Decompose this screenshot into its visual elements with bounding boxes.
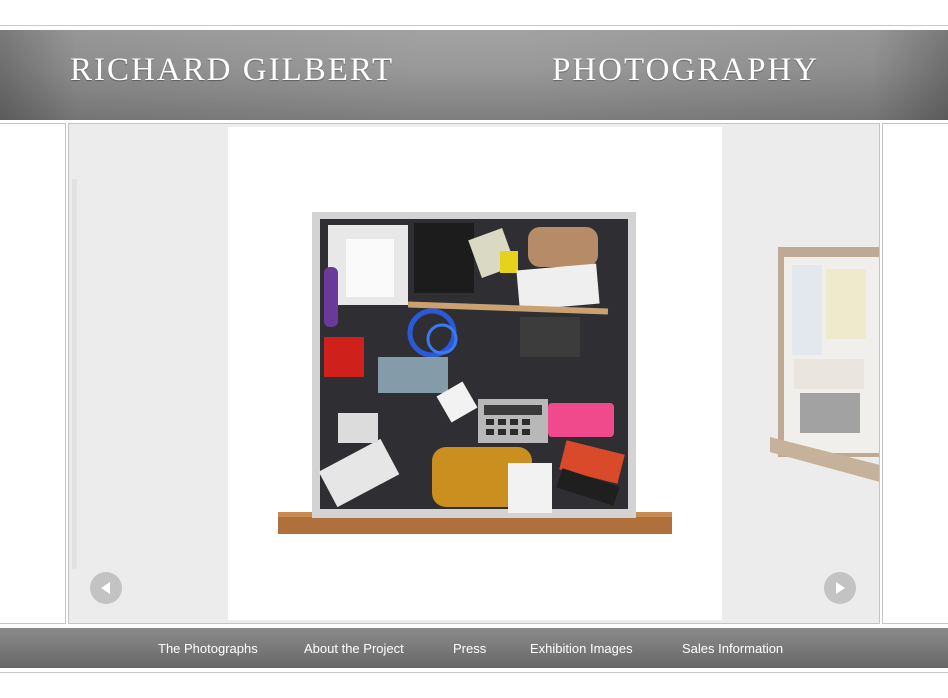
nav-link-press[interactable]: Press (453, 641, 486, 656)
left-side-panel (0, 123, 66, 624)
desk-drawer-preview (770, 247, 879, 482)
gallery-stage (72, 127, 879, 620)
main-navigation: The Photographs About the Project Press … (0, 628, 948, 668)
chevron-right-icon (836, 582, 845, 594)
chevron-left-icon (101, 582, 110, 594)
site-subtitle: PHOTOGRAPHY (552, 52, 820, 88)
nav-link-the-photographs[interactable]: The Photographs (158, 641, 258, 656)
bottom-divider (0, 672, 948, 673)
next-slide-preview[interactable] (770, 247, 879, 497)
previous-slide-edge (72, 179, 77, 569)
nav-link-about-the-project[interactable]: About the Project (304, 641, 404, 656)
top-divider (0, 25, 948, 26)
nav-link-exhibition-images[interactable]: Exhibition Images (530, 641, 633, 656)
next-photo-button[interactable] (824, 572, 856, 604)
nav-link-sales-information[interactable]: Sales Information (682, 641, 783, 656)
site-title[interactable]: RICHARD GILBERT (70, 52, 394, 89)
right-side-panel (882, 123, 948, 624)
previous-photo-button[interactable] (90, 572, 122, 604)
photo-gallery (68, 123, 880, 624)
drawer-contents-photo (278, 212, 672, 534)
current-slide (228, 127, 722, 620)
